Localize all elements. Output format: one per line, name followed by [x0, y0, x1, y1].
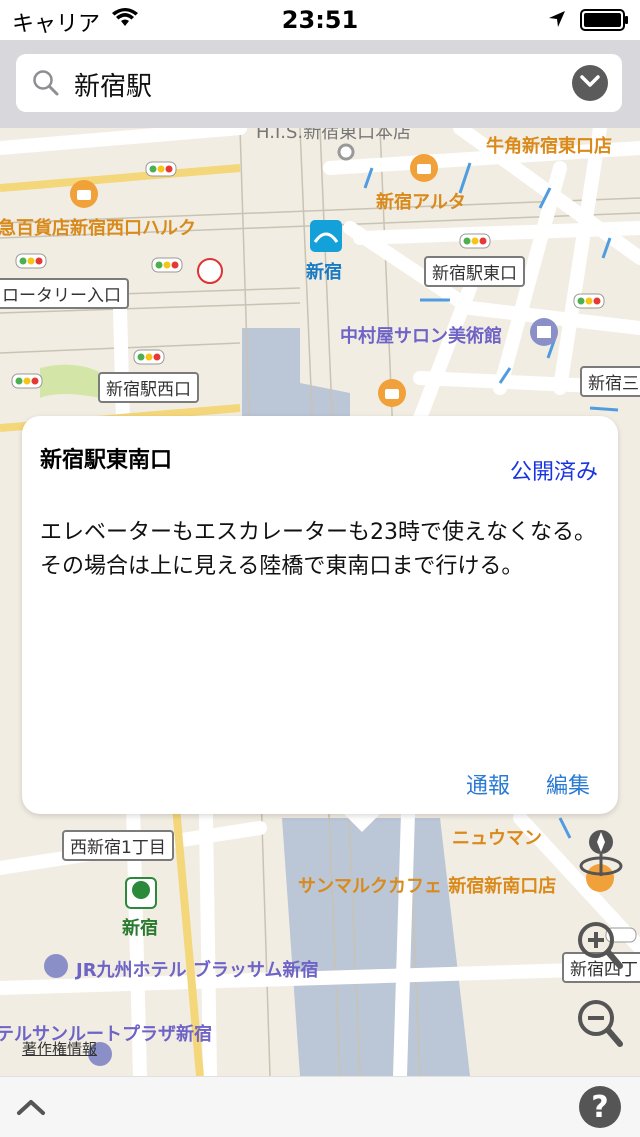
map-label-jr-hotel: JR九州ホテル ブラッサム新宿 — [76, 960, 319, 981]
info-callout: 新宿駅東南口 公開済み エレベーターもエスカレーターも23時で使えなくなる。その… — [22, 416, 618, 814]
dropdown-button[interactable] — [572, 65, 608, 101]
chevron-up-icon[interactable] — [16, 1097, 46, 1121]
bottom-toolbar: ? — [0, 1076, 640, 1137]
edit-button[interactable]: 編集 — [546, 768, 590, 800]
search-input[interactable]: 新宿駅 — [16, 54, 622, 112]
map-label-shinjuku-west: 新宿駅西口 — [98, 372, 199, 403]
map-label-nakamuraya: 中村屋サロン美術館 — [340, 326, 502, 347]
report-button[interactable]: 通報 — [466, 768, 510, 800]
search-query: 新宿駅 — [74, 72, 153, 102]
search-area: 新宿駅 — [0, 40, 640, 128]
status-bar: キャリア 23:51 — [0, 0, 640, 40]
map-label-newoman: ニュウマン — [452, 828, 542, 849]
map-label-shinjuku-east: 新宿駅東口 — [424, 256, 525, 287]
map-label-toei-shinjuku: 新宿 — [122, 918, 158, 939]
map-label-alta: 新宿アルタ — [376, 192, 466, 213]
copyright-link[interactable]: 著作権情報 — [22, 1038, 97, 1059]
callout-body: エレベーターもエスカレーターも23時で使えなくなる。その場合は上に見える陸橋で東… — [40, 520, 596, 579]
chevron-down-icon — [580, 75, 600, 87]
compass-icon[interactable] — [578, 826, 624, 886]
svg-text:?: ? — [591, 1090, 608, 1125]
callout-title: 新宿駅東南口 — [40, 448, 173, 473]
map-label-his: H.I.S.新宿東口本店 — [256, 128, 412, 143]
map-label-rotary: ロータリー入口 — [0, 278, 129, 309]
map-label-halc: 急百貨店新宿西口ハルク — [0, 218, 196, 239]
map-label-nishishinjuku1: 西新宿1丁目 — [62, 830, 174, 861]
clock: 23:51 — [281, 6, 359, 34]
zoom-in-icon[interactable] — [576, 920, 624, 974]
map-label-shinjuku-3: 新宿三 — [580, 366, 640, 397]
publish-status: 公開済み — [509, 460, 598, 485]
battery-icon — [580, 9, 630, 35]
search-icon — [32, 69, 60, 101]
location-arrow-icon — [548, 10, 566, 32]
map-label-metro-shinjuku: 新宿 — [306, 262, 342, 283]
map-label-saint-marc: サンマルクカフェ 新宿新南口店 — [298, 876, 557, 897]
map-label-gyukaku: 牛角新宿東口店 — [486, 136, 612, 157]
zoom-out-icon[interactable] — [576, 998, 624, 1052]
help-icon[interactable]: ? — [578, 1085, 622, 1133]
